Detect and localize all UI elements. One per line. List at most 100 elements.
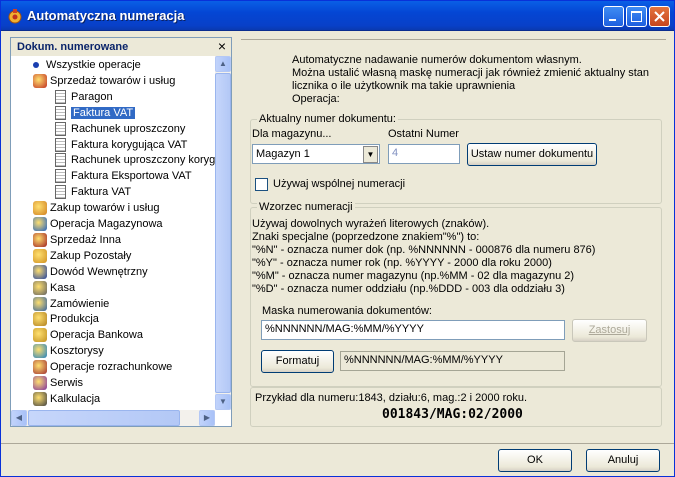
common-numbering-label: Używaj wspólnej numeracji xyxy=(273,178,406,190)
intro-line-3: licznika o ile użytkownik ma takie upraw… xyxy=(292,80,516,92)
document-icon xyxy=(55,185,66,200)
order-icon xyxy=(33,296,47,311)
production-icon xyxy=(33,312,47,327)
title-bar[interactable]: Automatyczna numeracja xyxy=(1,1,674,31)
scroll-down-icon[interactable]: ▼ xyxy=(215,394,231,410)
tree-item-label: Produkcja xyxy=(50,313,99,326)
maximize-button[interactable] xyxy=(626,6,647,27)
tree-panel-title: Dokum. numerowane xyxy=(17,41,129,53)
dialog-window: Automatyczna numeracja Dokum. numerowane… xyxy=(0,0,675,477)
pattern-desc-2: Znaki specjalne (poprzedzone znakiem"%")… xyxy=(252,231,480,243)
mask-label: Maska numerowania dokumentów: xyxy=(262,305,432,317)
tree-item[interactable]: Zakup Pozostały xyxy=(33,248,132,264)
tree-item[interactable]: Operacja Bankowa xyxy=(33,328,143,343)
tree-item[interactable]: Paragon xyxy=(55,89,113,105)
document-icon xyxy=(55,105,66,120)
scroll-thumb[interactable] xyxy=(215,73,231,393)
set-number-button[interactable]: Ustaw numer dokumentu xyxy=(467,143,597,166)
tree-item-label: Paragon xyxy=(71,90,113,103)
tree-item[interactable]: Sprzedaż Inna xyxy=(33,232,121,248)
sales-icon xyxy=(33,73,47,88)
warehouse-icon xyxy=(33,217,47,232)
warehouse-select-value: Magazyn 1 xyxy=(256,148,310,160)
pattern-desc-n: "%N" - oznacza numer dok (np. %NNNNNN - … xyxy=(252,244,596,256)
purchase-icon xyxy=(33,201,47,216)
pattern-desc-1: Używaj dowolnych wyrażeń literowych (zna… xyxy=(252,218,490,230)
tree-item[interactable]: Faktura VAT xyxy=(55,185,131,200)
app-icon xyxy=(8,9,22,24)
tree-item[interactable]: Produkcja xyxy=(33,312,99,327)
scroll-up-icon[interactable]: ▲ xyxy=(215,56,231,72)
tree-item-label: Kasa xyxy=(50,281,76,294)
vertical-scrollbar[interactable]: ▲ ▼ xyxy=(215,56,231,410)
tree-item-label: Zakup towarów i usług xyxy=(50,202,160,215)
hscroll-thumb[interactable] xyxy=(28,410,180,426)
tree-item-label: Rachunek uproszczony xyxy=(71,122,186,135)
tree-item[interactable]: Rachunek uproszczony koryg xyxy=(55,153,215,168)
bank-icon xyxy=(33,328,47,343)
document-icon xyxy=(55,121,66,136)
tree-item[interactable]: Operacja Magazynowa xyxy=(33,217,163,232)
scroll-left-icon[interactable]: ◀ xyxy=(11,410,27,426)
document-tree[interactable]: Wszystkie operacje Sprzedaż towarów i usł… xyxy=(11,56,215,410)
tree-panel-close-icon[interactable]: × xyxy=(218,38,226,54)
apply-button[interactable]: Zastosuj xyxy=(572,319,647,342)
chart-icon xyxy=(33,344,47,359)
maximize-icon xyxy=(631,11,642,22)
tree-item[interactable]: Operacje rozrachunkowe xyxy=(33,360,172,375)
tree-item[interactable]: Kosztorysy xyxy=(33,344,104,359)
document-tree-panel: Dokum. numerowane × Wszystkie operacje Sp… xyxy=(10,37,232,427)
tree-item-label: Serwis xyxy=(50,377,84,389)
tree-item-label: Faktura korygująca VAT xyxy=(71,138,188,151)
tree-item[interactable]: Wszystkie operacje xyxy=(33,58,141,73)
tree-item[interactable]: Kalkulacja xyxy=(33,391,100,407)
tree-item[interactable]: Serwis xyxy=(33,376,83,391)
scroll-right-icon[interactable]: ▶ xyxy=(199,410,215,426)
ok-button[interactable]: OK xyxy=(498,449,572,472)
common-numbering-checkbox[interactable] xyxy=(255,178,268,191)
bullet-icon xyxy=(33,62,39,69)
footer-divider xyxy=(1,443,674,444)
current-number-group: Aktualny numer dokumentu: Dla magazynu..… xyxy=(250,113,662,204)
tree-item[interactable]: Kasa xyxy=(33,280,76,296)
tree-item-label: Wszystkie operacje xyxy=(46,59,141,71)
format-button[interactable]: Formatuj xyxy=(261,350,334,373)
intro-line-1: Automatyczne nadawanie numerów dokumento… xyxy=(292,54,582,66)
tree-item[interactable]: Zakup towarów i usług xyxy=(33,201,159,216)
purchase-other-icon xyxy=(33,248,47,263)
tree-item[interactable]: Dowód Wewnętrzny xyxy=(33,264,148,280)
cash-icon xyxy=(33,280,47,295)
tree-item-label: Zakup Pozostały xyxy=(50,249,132,262)
close-button[interactable] xyxy=(649,6,670,27)
tree-item[interactable]: Rachunek uproszczony xyxy=(55,121,186,137)
cancel-button[interactable]: Anuluj xyxy=(586,449,660,472)
operation-label: Operacja: xyxy=(292,93,340,105)
last-number-label: Ostatni Numer xyxy=(388,128,459,140)
formatted-preview: %NNNNNN/MAG:%MM/%YYYY xyxy=(340,351,565,371)
tree-item-label: Operacje rozrachunkowe xyxy=(50,361,173,374)
dropdown-arrow-icon[interactable]: ▼ xyxy=(363,146,378,163)
close-icon xyxy=(654,11,665,22)
tree-panel-header: Dokum. numerowane × xyxy=(11,38,231,56)
tree-item[interactable]: Faktura Eksportowa VAT xyxy=(55,169,192,184)
warehouse-select[interactable]: Magazyn 1 ▼ xyxy=(252,144,380,164)
document-icon xyxy=(55,89,66,104)
tree-item-label: Kosztorysy xyxy=(50,345,104,358)
pattern-desc-d: "%D" - oznacza numer oddziału (np.%DDD -… xyxy=(252,283,565,295)
tree-item-label: Faktura Eksportowa VAT xyxy=(71,170,192,183)
document-icon xyxy=(55,137,66,152)
tree-item-label: Faktura VAT xyxy=(71,106,136,119)
tree-item-label: Rachunek uproszczony koryg xyxy=(71,154,215,167)
horizontal-scrollbar[interactable]: ◀ ▶ xyxy=(11,410,215,426)
minimize-button[interactable] xyxy=(603,6,624,27)
top-divider xyxy=(241,39,666,40)
sales-other-icon xyxy=(33,232,47,247)
tree-item[interactable]: Zamówienie xyxy=(33,296,109,312)
document-icon xyxy=(55,153,66,168)
tree-item[interactable]: Sprzedaż towarów i usług xyxy=(33,73,175,89)
tree-item[interactable]: Faktura korygująca VAT xyxy=(55,137,188,153)
last-number-input[interactable]: 4 xyxy=(388,144,460,164)
tree-item[interactable]: Faktura VAT xyxy=(55,105,136,121)
example-box: Przykład dla numeru:1843, działu:6, mag.… xyxy=(250,387,662,427)
mask-input[interactable]: %NNNNNN/MAG:%MM/%YYYY xyxy=(261,320,565,340)
